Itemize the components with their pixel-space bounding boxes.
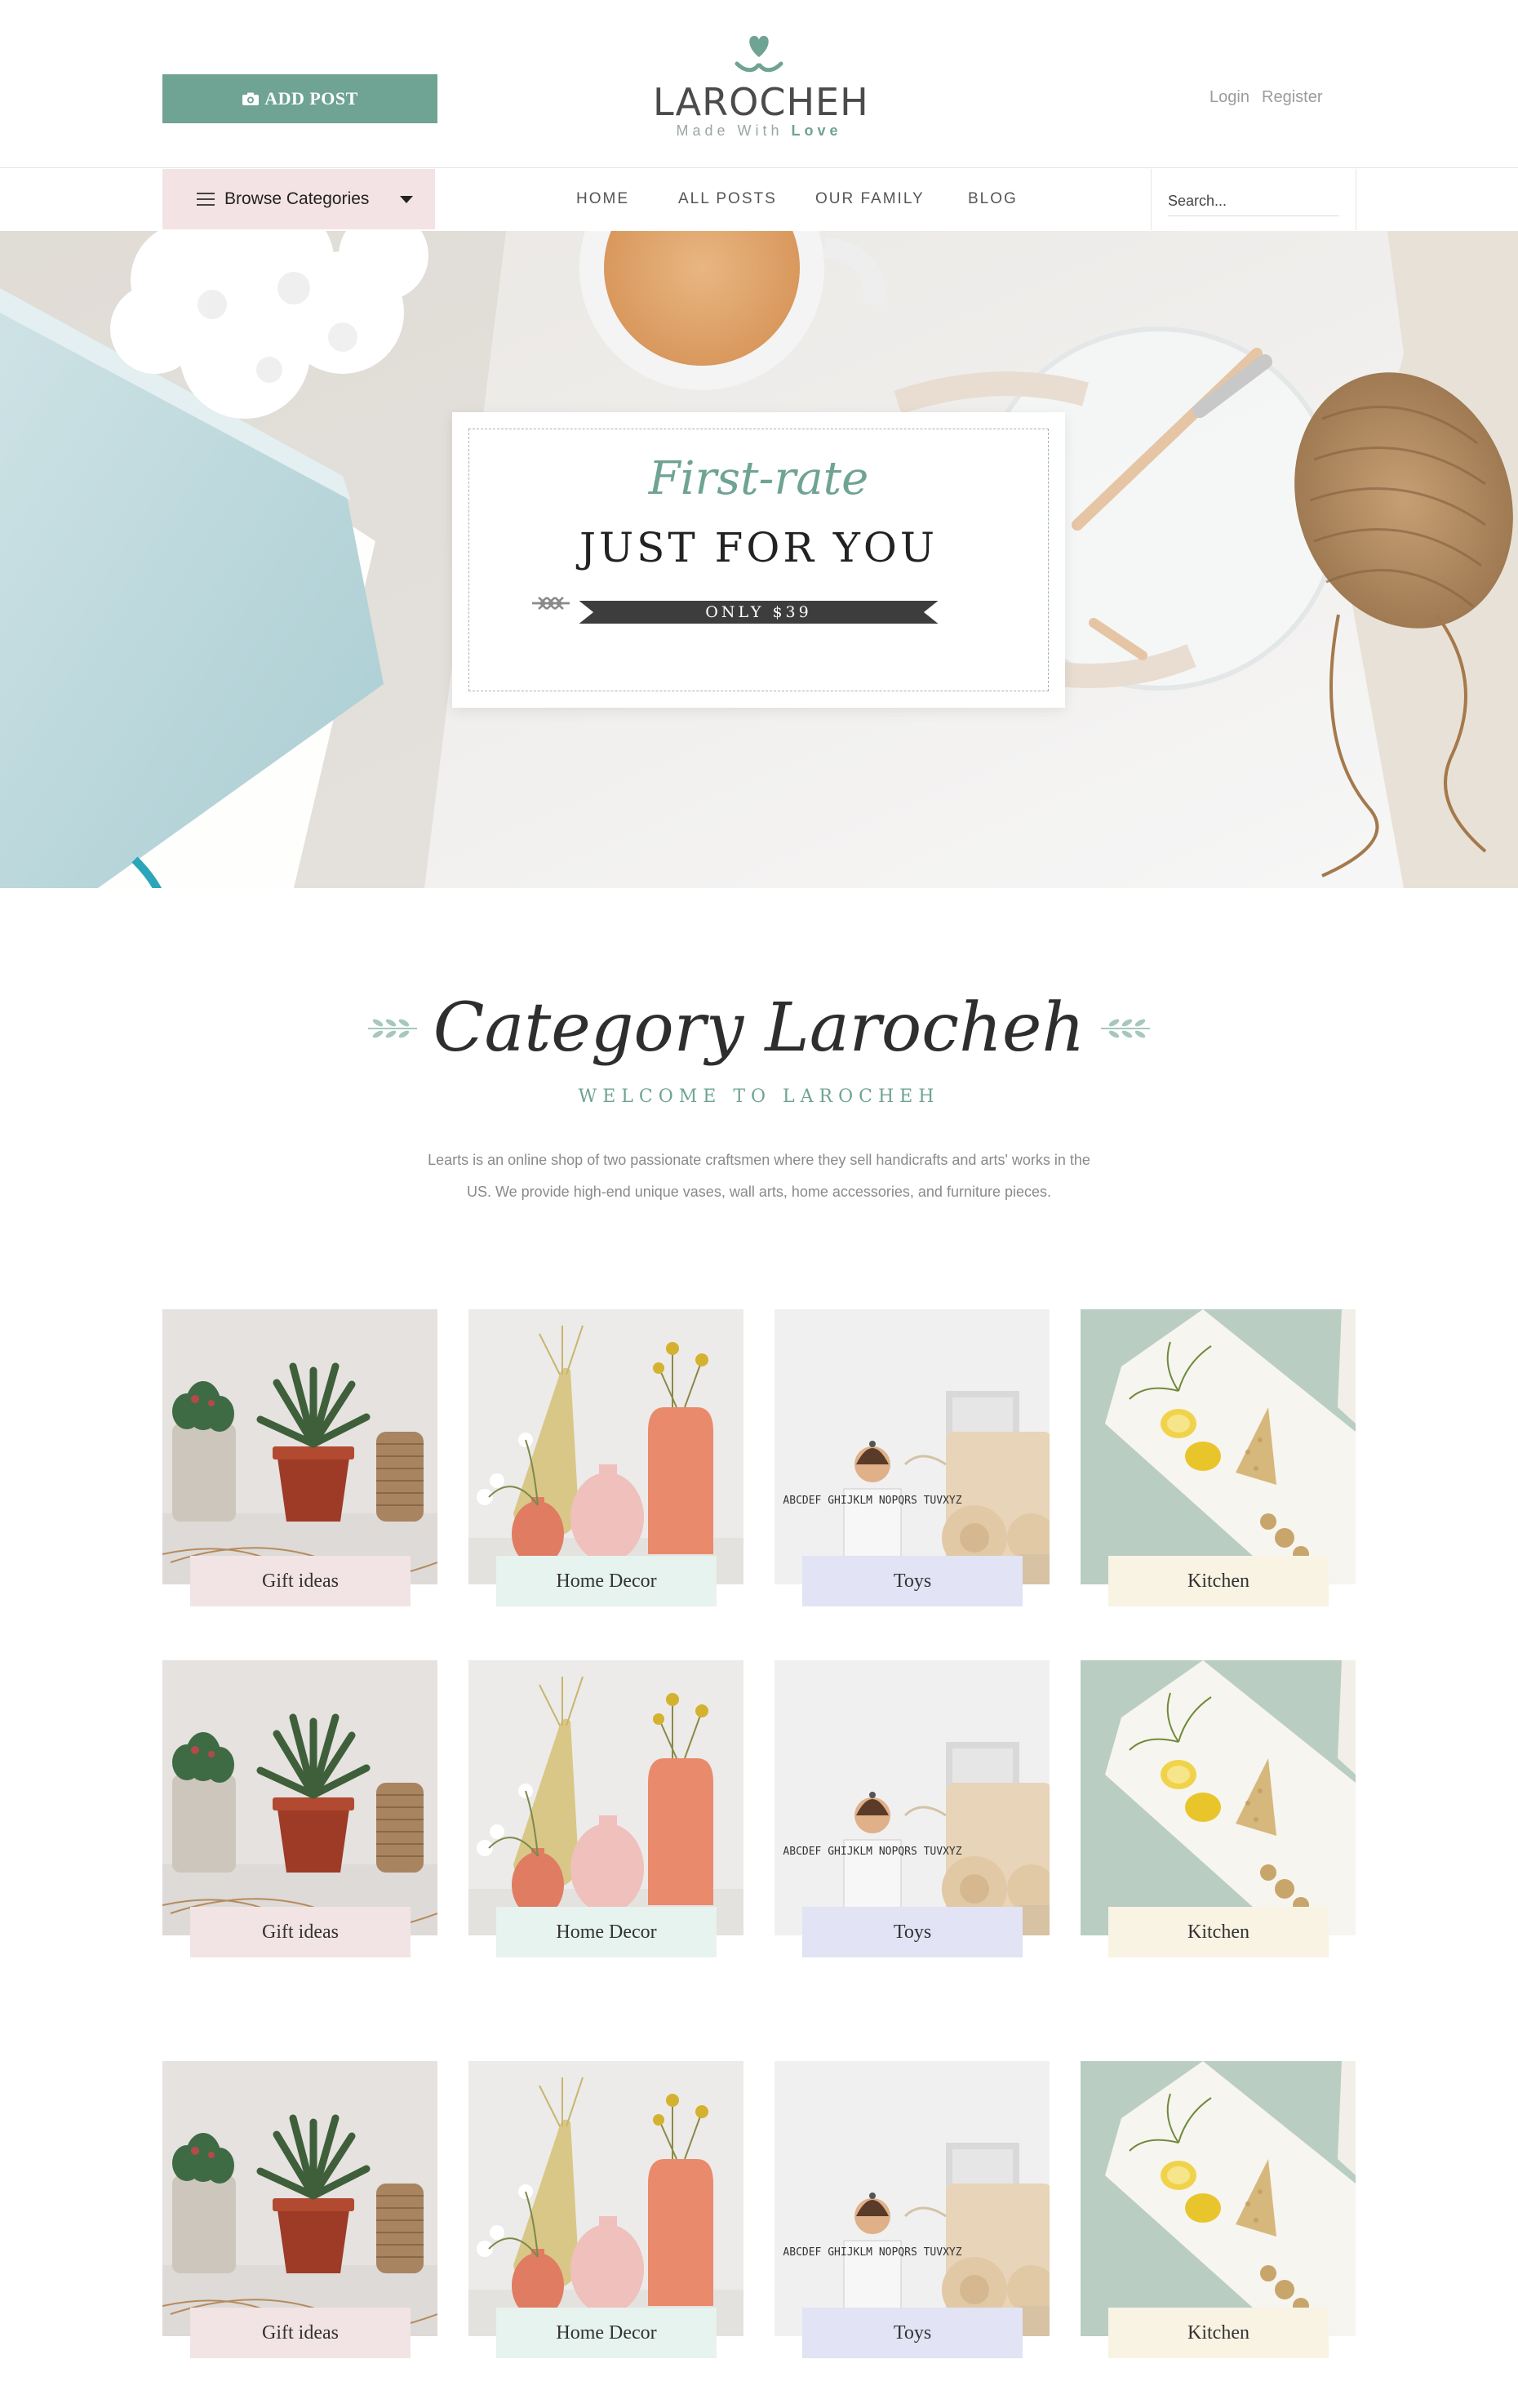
category-image-succulents <box>162 2061 437 2336</box>
price-ribbon: ONLY $39 <box>530 596 988 629</box>
category-label[interactable]: Kitchen <box>1108 2308 1329 2358</box>
add-post-label: ADD POST <box>264 88 358 109</box>
heart-hands-icon <box>735 35 783 73</box>
category-image-toys: ABCDEF GHIJKLM NOPQRS TUVXYZ <box>775 2061 1050 2336</box>
category-row: Gift ideas Home Decor ABCDEF GHIJKLM NOP… <box>162 2061 1356 2363</box>
caret-down-icon <box>400 195 414 203</box>
price-ribbon-label: ONLY $39 <box>579 601 939 624</box>
category-card-home-decor[interactable]: Home Decor <box>468 1309 743 1611</box>
category-image-kitchen <box>1081 1660 1356 1935</box>
category-row: Gift ideas Home Decor ABCDEF GHIJKLM NOP… <box>162 1309 1356 1611</box>
nav-divider <box>0 167 1518 168</box>
category-image-vases <box>468 1309 743 1584</box>
category-card-kitchen[interactable]: Kitchen <box>1081 1660 1356 1962</box>
add-post-button[interactable]: ADD POST <box>162 74 437 123</box>
category-card-toys[interactable]: ABCDEF GHIJKLM NOPQRS TUVXYZ Toys <box>775 2061 1050 2363</box>
category-label[interactable]: Gift ideas <box>190 1907 411 1957</box>
category-card-gift-ideas[interactable]: Gift ideas <box>162 1309 437 1611</box>
promo-script-text: First-rate <box>648 452 869 505</box>
category-image-toys: ABCDEF GHIJKLM NOPQRS TUVXYZ <box>775 1660 1050 1935</box>
category-image-vases <box>468 1660 743 1935</box>
menu-icon <box>197 193 215 206</box>
category-card-toys[interactable]: ABCDEF GHIJKLM NOPQRS TUVXYZ Toys <box>775 1309 1050 1611</box>
site-logo[interactable]: LAROCHEH Made With Love <box>653 33 869 147</box>
category-label[interactable]: Home Decor <box>496 1556 717 1606</box>
arrow-chevrons-icon <box>531 597 570 610</box>
promo-border: First-rate JUST FOR YOU ONLY $39 <box>468 429 1049 691</box>
login-link[interactable]: Login <box>1210 88 1249 107</box>
category-card-kitchen[interactable]: Kitchen <box>1081 2061 1356 2363</box>
nav-home[interactable]: HOME <box>576 190 629 208</box>
category-image-succulents <box>162 1660 437 1935</box>
nav-blog[interactable]: BLOG <box>968 190 1018 208</box>
browse-categories-button[interactable]: Browse Categories <box>162 169 435 229</box>
category-label[interactable]: Home Decor <box>496 1907 717 1957</box>
category-image-kitchen <box>1081 2061 1356 2336</box>
promo-title: JUST FOR YOU <box>579 524 939 571</box>
category-card-home-decor[interactable]: Home Decor <box>468 1660 743 1962</box>
category-label[interactable]: Toys <box>802 1556 1023 1606</box>
search-box <box>1151 169 1356 230</box>
category-image-kitchen <box>1081 1309 1356 1584</box>
category-card-home-decor[interactable]: Home Decor <box>468 2061 743 2363</box>
category-card-kitchen[interactable]: Kitchen <box>1081 1309 1356 1611</box>
leaf-branch-icon <box>367 1019 417 1038</box>
nav-all-posts[interactable]: ALL POSTS <box>678 190 777 208</box>
category-description: Learts is an online shop of two passiona… <box>428 1152 1090 1200</box>
category-label[interactable]: Gift ideas <box>190 2308 411 2358</box>
toy-blocks-line: ABCDEF GHIJKLM NOPQRS TUVXYZ <box>783 2246 961 2259</box>
nav-our-family[interactable]: OUR FAMILY <box>815 190 925 208</box>
toy-blocks-line: ABCDEF GHIJKLM NOPQRS TUVXYZ <box>783 1495 961 1507</box>
camera-icon <box>242 92 260 105</box>
category-subtitle: WELCOME TO LAROCHEH <box>578 1086 940 1107</box>
leaf-branch-icon <box>1101 1019 1151 1038</box>
toy-blocks-line: ABCDEF GHIJKLM NOPQRS TUVXYZ <box>783 1846 961 1858</box>
category-card-toys[interactable]: ABCDEF GHIJKLM NOPQRS TUVXYZ Toys <box>775 1660 1050 1962</box>
category-label[interactable]: Toys <box>802 2308 1023 2358</box>
category-image-succulents <box>162 1309 437 1584</box>
register-link[interactable]: Register <box>1262 88 1322 107</box>
search-input[interactable] <box>1168 187 1339 216</box>
category-label[interactable]: Kitchen <box>1108 1907 1329 1957</box>
category-image-toys: ABCDEF GHIJKLM NOPQRS TUVXYZ <box>775 1309 1050 1584</box>
category-card-gift-ideas[interactable]: Gift ideas <box>162 1660 437 1962</box>
category-label[interactable]: Toys <box>802 1907 1023 1957</box>
logo-tagline: Made With Love <box>676 122 842 139</box>
category-card-gift-ideas[interactable]: Gift ideas <box>162 2061 437 2363</box>
browse-categories-label: Browse Categories <box>224 189 370 208</box>
promo-card[interactable]: First-rate JUST FOR YOU ONLY $39 <box>452 412 1065 708</box>
category-label[interactable]: Gift ideas <box>190 1556 411 1606</box>
category-row: Gift ideas Home Decor ABCDEF GHIJKLM NOP… <box>162 1660 1356 1962</box>
category-image-vases <box>468 2061 743 2336</box>
category-title: Category Larocheh <box>433 989 1085 1067</box>
hero-banner: First-rate JUST FOR YOU ONLY $39 <box>0 231 1518 888</box>
logo-name: LAROCHEH <box>653 80 869 124</box>
category-label[interactable]: Home Decor <box>496 2308 717 2358</box>
category-label[interactable]: Kitchen <box>1108 1556 1329 1606</box>
category-header: Category Larocheh WELCOME TO LAROCHEH Le… <box>0 984 1518 1208</box>
